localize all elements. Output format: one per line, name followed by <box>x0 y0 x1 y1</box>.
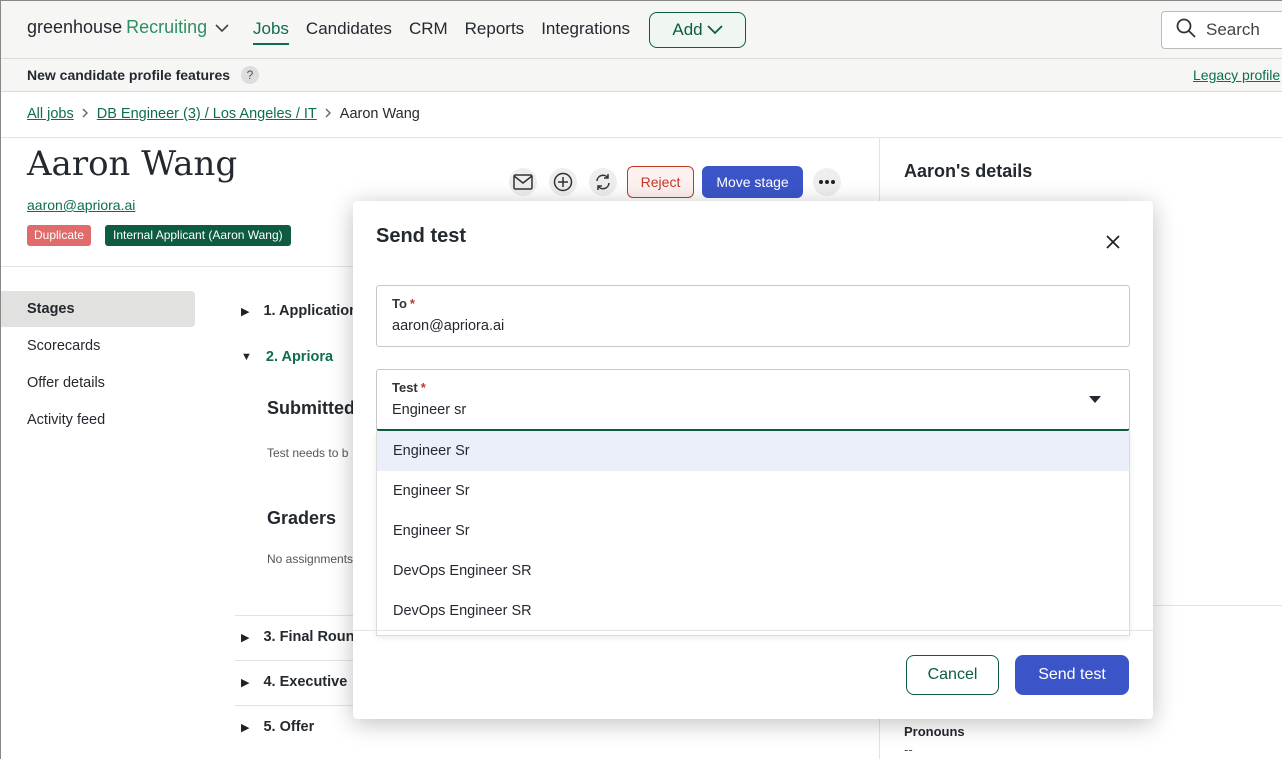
stage-offer[interactable]: ▶ 5. Offer <box>241 719 314 735</box>
reject-button[interactable]: Reject <box>627 166 694 198</box>
brand-name: greenhouse <box>27 17 123 37</box>
nav-link-reports[interactable]: Reports <box>465 19 525 45</box>
stage-apriora[interactable]: ▼ 2. Apriora <box>241 349 333 365</box>
legacy-profile-link[interactable]: Legacy profile <box>1193 67 1280 83</box>
banner-text: New candidate profile features <box>27 67 231 83</box>
stage-label: 3. Final Round <box>263 629 364 645</box>
stage-executive[interactable]: ▶ 4. Executive <box>241 674 347 690</box>
candidate-email[interactable]: aaron@apriora.ai <box>27 197 135 213</box>
test-label: Test * <box>392 380 426 395</box>
modal-title: Send test <box>376 225 467 247</box>
test-option[interactable]: Engineer Sr <box>377 471 1129 511</box>
to-value: aaron@apriora.ai <box>392 318 505 334</box>
test-label-text: Test <box>392 380 418 395</box>
main-nav: Jobs Candidates CRM Reports Integrations <box>253 19 630 45</box>
email-icon[interactable] <box>509 168 537 196</box>
divider <box>1 137 1282 138</box>
stage-application[interactable]: ▶ 1. Application <box>241 303 358 319</box>
internal-applicant-badge: Internal Applicant (Aaron Wang) <box>105 225 291 246</box>
subnav-item-activity-feed[interactable]: Activity feed <box>1 402 195 438</box>
search-label: Search <box>1206 20 1260 39</box>
details-title: Aaron's details <box>904 161 1033 181</box>
pronouns-value: -- <box>904 742 913 757</box>
feature-banner: New candidate profile features ? Legacy … <box>1 59 1282 92</box>
breadcrumb-all-jobs[interactable]: All jobs <box>27 106 74 122</box>
subnav-item-scorecards[interactable]: Scorecards <box>1 328 195 364</box>
test-option[interactable]: DevOps Engineer SR <box>377 591 1129 631</box>
pronouns-label: Pronouns <box>904 724 965 739</box>
add-circle-icon[interactable] <box>549 168 577 196</box>
caret-down-icon: ▼ <box>241 351 252 363</box>
subnav-item-stages[interactable]: Stages <box>1 291 195 327</box>
stage-final-round[interactable]: ▶ 3. Final Round <box>241 629 363 645</box>
chevron-right-icon <box>325 107 332 121</box>
caret-right-icon: ▶ <box>241 676 250 689</box>
test-note: Test needs to b <box>267 446 349 460</box>
caret-right-icon: ▶ <box>241 631 250 644</box>
to-label-text: To <box>392 296 407 311</box>
send-test-button[interactable]: Send test <box>1015 655 1129 695</box>
add-button[interactable]: Add <box>649 12 746 48</box>
test-option[interactable]: Engineer Sr <box>377 511 1129 551</box>
send-test-modal: Send test To * aaron@apriora.ai Test * Eng… <box>353 201 1153 719</box>
test-options-list: Engineer Sr Engineer Sr Engineer Sr DevO… <box>376 431 1130 636</box>
no-assignments-text: No assignments <box>267 552 354 566</box>
test-option[interactable]: Engineer Sr <box>377 431 1129 471</box>
brand-logo[interactable]: greenhouse Recruiting <box>27 17 229 38</box>
subnav-item-offer-details[interactable]: Offer details <box>1 365 195 401</box>
to-label: To * <box>392 296 415 311</box>
required-marker: * <box>420 380 426 395</box>
breadcrumb-current: Aaron Wang <box>339 106 420 122</box>
stage-label: 2. Apriora <box>265 349 334 365</box>
divider <box>1153 605 1282 606</box>
divider <box>353 630 1153 631</box>
nav-link-crm[interactable]: CRM <box>409 19 448 45</box>
close-icon[interactable] <box>1102 231 1124 253</box>
stage-label: 4. Executive <box>263 674 348 690</box>
breadcrumb: All jobs DB Engineer (3) / Los Angeles /… <box>27 106 420 122</box>
nav-link-jobs[interactable]: Jobs <box>253 19 289 45</box>
stage-label: 5. Offer <box>263 719 315 735</box>
search-box[interactable]: Search <box>1161 11 1282 49</box>
add-button-label: Add <box>672 20 703 39</box>
to-field[interactable]: To * aaron@apriora.ai <box>376 285 1130 347</box>
candidate-name: Aaron Wang <box>27 144 238 184</box>
graders-heading: Graders <box>267 508 337 528</box>
nav-link-candidates[interactable]: Candidates <box>306 19 392 45</box>
chevron-right-icon <box>82 107 89 121</box>
test-input-value[interactable]: Engineer sr <box>392 402 466 418</box>
test-select[interactable]: Test * Engineer sr <box>376 369 1130 431</box>
top-nav: greenhouse Recruiting Jobs Candidates CR… <box>1 1 1282 59</box>
test-option[interactable]: DevOps Engineer SR <box>377 551 1129 591</box>
caret-right-icon: ▶ <box>241 721 250 734</box>
caret-right-icon: ▶ <box>241 305 250 318</box>
submitted-heading: Submitted <box>267 398 355 418</box>
duplicate-badge: Duplicate <box>27 225 92 246</box>
stage-label: 1. Application <box>263 303 358 319</box>
help-icon[interactable]: ? <box>241 66 259 84</box>
cancel-button[interactable]: Cancel <box>906 655 999 695</box>
nav-link-integrations[interactable]: Integrations <box>541 19 630 45</box>
search-icon <box>1176 18 1196 43</box>
transfer-icon[interactable] <box>589 168 617 196</box>
dropdown-caret-icon[interactable] <box>1089 396 1101 403</box>
more-options-icon[interactable] <box>813 168 841 196</box>
brand-product: Recruiting <box>126 17 208 37</box>
chevron-down-icon[interactable] <box>215 20 229 36</box>
chevron-down-icon <box>706 20 723 40</box>
required-marker: * <box>409 296 415 311</box>
breadcrumb-job[interactable]: DB Engineer (3) / Los Angeles / IT <box>97 106 317 122</box>
move-stage-button[interactable]: Move stage <box>702 166 803 198</box>
